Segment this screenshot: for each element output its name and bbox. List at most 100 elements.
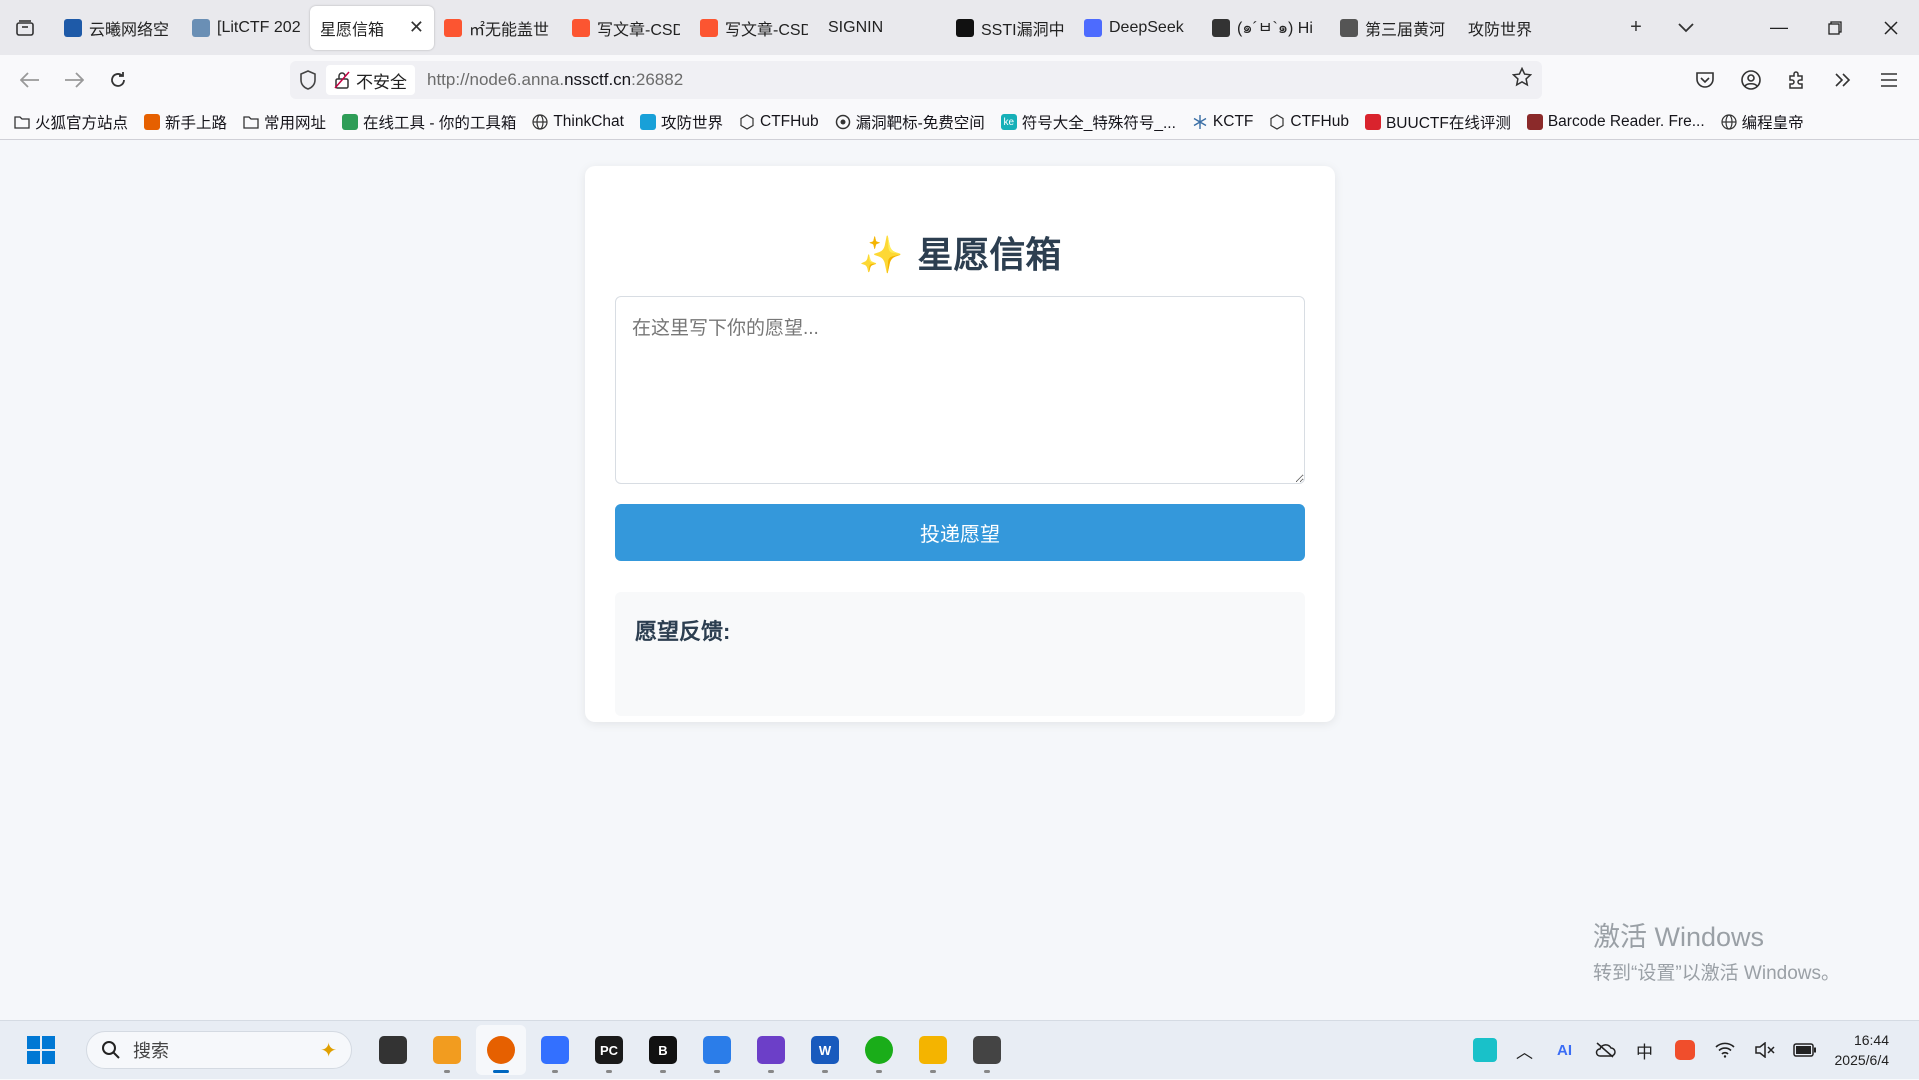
bookmark-label: 火狐官方站点 <box>35 111 128 133</box>
start-button[interactable] <box>16 1025 66 1075</box>
target-icon <box>835 114 851 130</box>
restore-button[interactable] <box>1807 0 1863 55</box>
copilot-sparkle-icon: ✦ <box>320 1038 337 1063</box>
forward-button[interactable] <box>52 58 96 102</box>
taskbar-app-word[interactable]: W <box>800 1025 850 1075</box>
tab-2[interactable]: 星愿信箱 ✕ <box>310 6 434 50</box>
new-tab-button[interactable]: + <box>1611 0 1661 55</box>
bookmark-label: Barcode Reader. Fre... <box>1548 113 1705 131</box>
running-indicator <box>714 1070 720 1073</box>
tab-list-button[interactable] <box>0 0 50 55</box>
taskbar-app-pycharm[interactable]: PC <box>584 1025 634 1075</box>
tab-8[interactable]: DeepSeek <box>1074 6 1202 50</box>
feedback-panel: 愿望反馈: <box>615 592 1305 716</box>
bookmark-item[interactable]: 新手上路 <box>144 111 227 133</box>
site-security-button[interactable]: 不安全 <box>326 65 415 95</box>
bookmark-item[interactable]: 编程皇帝 <box>1721 111 1804 133</box>
feedback-title: 愿望反馈: <box>635 614 1285 646</box>
tray-cloud-icon[interactable] <box>1585 1042 1625 1058</box>
taskbar-app-vs[interactable] <box>746 1025 796 1075</box>
taskbar-app-firefox[interactable] <box>476 1025 526 1075</box>
minimize-button[interactable]: — <box>1751 0 1807 55</box>
back-button[interactable] <box>8 58 52 102</box>
tray-sogou-icon[interactable] <box>1665 1040 1705 1060</box>
taskbar-app-notepad[interactable] <box>692 1025 742 1075</box>
tab-favicon-icon <box>956 19 974 37</box>
tab-overflow-button[interactable] <box>1661 0 1711 55</box>
tab-11[interactable]: 攻防世界 <box>1458 6 1586 50</box>
taskbar-app-remote[interactable] <box>422 1025 472 1075</box>
tab-1[interactable]: [LitCTF 202 <box>182 6 310 50</box>
ctfhub-icon <box>739 114 755 130</box>
pocket-button[interactable] <box>1683 58 1727 102</box>
bookmark-star-button[interactable] <box>1512 67 1532 93</box>
tab-5[interactable]: 写文章-CSD <box>690 6 818 50</box>
tab-0[interactable]: 云曦网络空 <box>54 6 182 50</box>
tab-4[interactable]: 写文章-CSD <box>562 6 690 50</box>
tracking-protection-button[interactable] <box>290 70 326 90</box>
burp-icon: B <box>649 1036 677 1064</box>
tab-6[interactable]: SIGNIN <box>818 6 946 50</box>
tab-label: 星愿信箱 <box>320 16 384 40</box>
bookmark-item[interactable]: ke符号大全_特殊符号_... <box>1001 111 1176 133</box>
tab-favicon-icon <box>1084 19 1102 37</box>
tab-strip: 云曦网络空[LitCTF 202星愿信箱✕㎡无能盖世写文章-CSD写文章-CSD… <box>0 0 1919 55</box>
close-tab-icon[interactable]: ✕ <box>403 17 424 38</box>
battery-icon[interactable] <box>1785 1043 1825 1057</box>
bookmark-item[interactable]: ThinkChat <box>532 113 624 131</box>
bookmark-item[interactable]: 常用网址 <box>243 111 326 133</box>
bookmark-item[interactable]: KCTF <box>1192 113 1253 131</box>
bookmark-item[interactable]: Barcode Reader. Fre... <box>1527 113 1705 131</box>
ime-indicator[interactable]: 中 <box>1625 1038 1665 1063</box>
volume-muted-icon[interactable] <box>1745 1042 1785 1058</box>
tab-3[interactable]: ㎡无能盖世 <box>434 6 562 50</box>
bookmarks-toolbar: 火狐官方站点新手上路常用网址在线工具 - 你的工具箱 ThinkChat 攻防世界 C… <box>0 105 1919 140</box>
minimize-icon: — <box>1770 17 1788 38</box>
page-viewport: ✨星愿信箱 投递愿望 愿望反馈: 激活 Windows 转到“设置”以激活 Wi… <box>0 140 1919 1020</box>
url-text[interactable]: http://node6.anna.nssctf.cn:26882 <box>427 70 683 90</box>
system-tray: ︿ AI 中 16:44 2025/6/4 <box>1465 1021 1919 1080</box>
bookmark-item[interactable]: 攻防世界 <box>640 111 723 133</box>
taskbar-app-wechat[interactable] <box>854 1025 904 1075</box>
tab-10[interactable]: 第三届黄河 <box>1330 6 1458 50</box>
address-bar[interactable]: 不安全 http://node6.anna.nssctf.cn:26882 <box>290 61 1542 99</box>
tab-label: (๑´ㅂ`๑) Hi <box>1237 14 1313 41</box>
tray-app-k-icon[interactable] <box>1465 1038 1505 1062</box>
close-window-button[interactable] <box>1863 0 1919 55</box>
puzzle-icon <box>1787 70 1807 90</box>
bookmark-item[interactable]: CTFHub <box>739 113 819 131</box>
taskbar-app-feishu[interactable] <box>530 1025 580 1075</box>
submit-wish-button[interactable]: 投递愿望 <box>615 504 1305 561</box>
bookmark-item[interactable]: 漏洞靶标-免费空间 <box>835 111 985 133</box>
taskbar-clock[interactable]: 16:44 2025/6/4 <box>1835 1030 1906 1070</box>
extensions-button[interactable] <box>1775 58 1819 102</box>
buu-icon <box>1365 114 1381 130</box>
wifi-icon[interactable] <box>1705 1042 1745 1058</box>
taskbar-search[interactable]: 搜索 ✦ <box>86 1031 352 1069</box>
bookmark-item[interactable]: BUUCTF在线评测 <box>1365 111 1511 133</box>
reload-button[interactable] <box>96 58 140 102</box>
taskbar-app-burp[interactable]: B <box>638 1025 688 1075</box>
bookmark-item[interactable]: 火狐官方站点 <box>14 111 128 133</box>
taskbar-app-vpn[interactable] <box>962 1025 1012 1075</box>
running-indicator <box>552 1070 558 1073</box>
bookmark-item[interactable]: 在线工具 - 你的工具箱 <box>342 111 516 133</box>
tab-9[interactable]: (๑´ㅂ`๑) Hi <box>1202 6 1330 50</box>
navigation-toolbar: 不安全 http://node6.anna.nssctf.cn:26882 <box>0 55 1919 105</box>
account-icon <box>1740 69 1762 91</box>
watermark-line-2: 转到“设置”以激活 Windows。 <box>1593 958 1840 985</box>
tray-ai-icon[interactable]: AI <box>1545 1042 1585 1059</box>
tray-overflow-button[interactable]: ︿ <box>1505 1038 1545 1063</box>
tab-7[interactable]: SSTI漏洞中 <box>946 6 1074 50</box>
bookmark-label: ThinkChat <box>553 113 624 131</box>
tab-label: SIGNIN <box>828 19 883 37</box>
tab-label: ㎡无能盖世 <box>469 16 549 40</box>
app-menu-button[interactable] <box>1867 58 1911 102</box>
taskbar-app-explorer[interactable] <box>908 1025 958 1075</box>
wish-textarea[interactable] <box>615 296 1305 484</box>
taskbar-app-taskview[interactable] <box>368 1025 418 1075</box>
bookmark-item[interactable]: CTFHub <box>1269 113 1349 131</box>
account-button[interactable] <box>1729 58 1773 102</box>
running-indicator <box>876 1070 882 1073</box>
more-tools-button[interactable] <box>1821 58 1865 102</box>
